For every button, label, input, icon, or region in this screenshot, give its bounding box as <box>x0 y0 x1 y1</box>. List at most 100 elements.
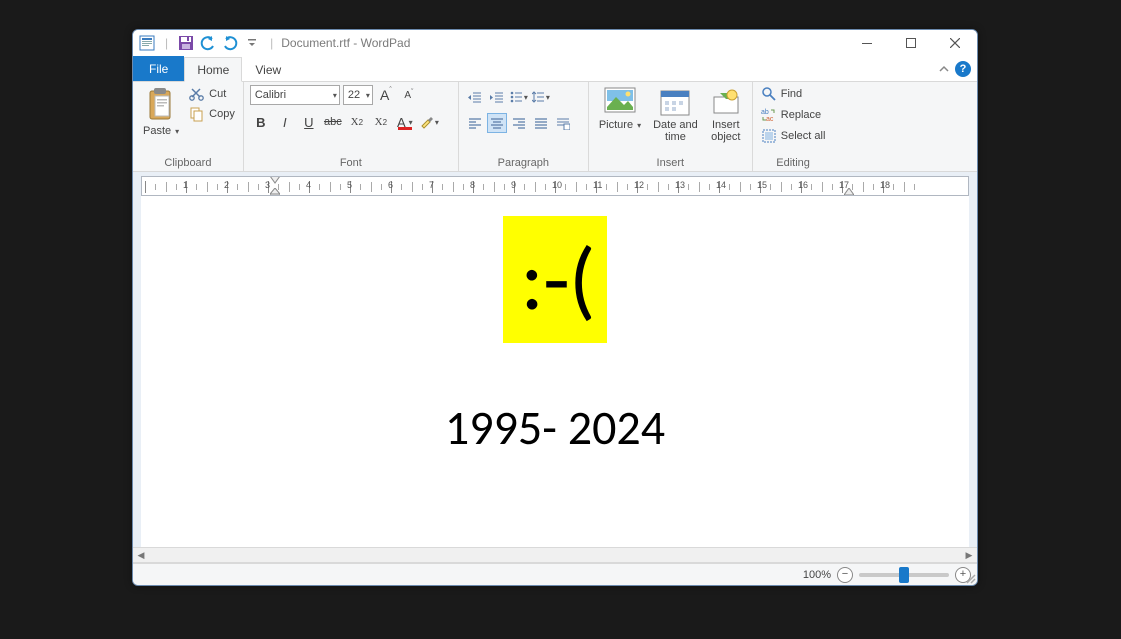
paste-button[interactable]: Paste▾ <box>139 85 183 139</box>
selectall-button[interactable]: Select all <box>759 127 828 145</box>
ribbon-tabs: File Home View ? <box>133 56 977 82</box>
bullet-list-button[interactable]: ▾ <box>509 87 529 107</box>
clipboard-group-label: Clipboard <box>139 156 237 169</box>
line-spacing-button[interactable]: ▾ <box>531 87 551 107</box>
font-name-value: Calibri <box>255 89 286 101</box>
zoom-slider-thumb[interactable] <box>899 567 909 583</box>
redo-icon[interactable] <box>222 35 238 51</box>
svg-text:ab: ab <box>761 109 769 116</box>
scroll-track[interactable] <box>149 548 961 562</box>
italic-button[interactable]: I <box>274 111 296 133</box>
justify-button[interactable] <box>531 113 551 133</box>
quick-access-toolbar: | | <box>133 35 277 51</box>
horizontal-scrollbar[interactable]: ◀ ▶ <box>133 547 977 563</box>
picture-label: Picture <box>599 119 633 131</box>
editing-group: Find abac Replace Select all Editing <box>753 82 834 171</box>
align-center-button[interactable] <box>487 113 507 133</box>
scroll-right-icon[interactable]: ▶ <box>961 548 977 562</box>
help-icon[interactable]: ? <box>955 61 971 77</box>
insert-group-label: Insert <box>595 156 746 169</box>
calendar-icon <box>659 87 691 117</box>
object-label: Insert object <box>711 119 740 143</box>
grow-font-button[interactable]: Aˆ <box>376 85 396 105</box>
undo-icon[interactable] <box>200 35 216 51</box>
insert-object-button[interactable]: Insert object <box>706 85 746 145</box>
chevron-down-icon: ▾ <box>435 118 439 127</box>
paragraph-dialog-button[interactable] <box>553 113 573 133</box>
datetime-button[interactable]: Date and time <box>649 85 702 145</box>
chevron-down-icon: ▾ <box>546 93 550 102</box>
font-color-button[interactable]: A▾ <box>394 111 416 133</box>
hanging-indent-marker[interactable] <box>270 188 280 196</box>
qat-customize-icon[interactable] <box>244 35 260 51</box>
minimize-button[interactable] <box>845 30 889 56</box>
editing-group-label: Editing <box>759 156 828 169</box>
titlebar: | | Document.rtf - WordPad <box>133 30 977 56</box>
insert-group: Picture ▾ Date and time Insert object Ins… <box>589 82 753 171</box>
chevron-down-icon: ▾ <box>637 121 641 130</box>
ruler[interactable]: 321123456789101112131415161718 <box>141 176 969 196</box>
close-button[interactable] <box>933 30 977 56</box>
replace-icon: abac <box>761 107 777 123</box>
collapse-ribbon-icon[interactable] <box>939 64 949 74</box>
highlighted-text-line-1[interactable]: :-( <box>503 216 606 343</box>
home-tab[interactable]: Home <box>184 57 242 82</box>
picture-button[interactable]: Picture ▾ <box>595 85 645 133</box>
ribbon: Paste▾ Cut Copy Clipboard <box>133 82 977 172</box>
save-icon[interactable] <box>178 35 194 51</box>
highlight-button[interactable]: ▾ <box>418 111 440 133</box>
zoom-value: 100% <box>803 569 831 581</box>
cut-label: Cut <box>209 88 226 100</box>
file-tab[interactable]: File <box>133 56 184 81</box>
cut-button[interactable]: Cut <box>187 85 237 103</box>
window-controls <box>845 30 977 56</box>
scroll-left-icon[interactable]: ◀ <box>133 548 149 562</box>
copy-icon <box>189 106 205 122</box>
align-right-button[interactable] <box>509 113 529 133</box>
maximize-button[interactable] <box>889 30 933 56</box>
zoom-slider[interactable] <box>859 573 949 577</box>
down-caret-icon: ˇ <box>411 89 413 96</box>
chevron-down-icon: ▾ <box>409 118 413 127</box>
separator: | <box>270 36 273 50</box>
superscript-button[interactable]: X2 <box>370 111 392 133</box>
select-all-icon <box>761 128 777 144</box>
find-icon <box>761 86 777 102</box>
clipboard-group: Paste▾ Cut Copy Clipboard <box>133 82 244 171</box>
font-name-select[interactable]: Calibri ▾ <box>250 85 340 105</box>
view-tab[interactable]: View <box>242 57 294 82</box>
chevron-down-icon: ▾ <box>333 91 337 100</box>
find-button[interactable]: Find <box>759 85 828 103</box>
align-left-button[interactable] <box>465 113 485 133</box>
wordpad-app-icon <box>139 35 155 51</box>
decrease-indent-button[interactable] <box>465 87 485 107</box>
strikethrough-button[interactable]: abc <box>322 111 344 133</box>
text-line-2[interactable]: 1995- 2024 <box>141 398 969 457</box>
zoom-out-button[interactable]: − <box>837 567 853 583</box>
up-caret-icon: ˆ <box>389 87 391 94</box>
underline-button[interactable]: U <box>298 111 320 133</box>
svg-text:ac: ac <box>766 116 774 123</box>
right-indent-marker[interactable] <box>844 188 854 196</box>
window-title: Document.rtf - WordPad <box>281 36 410 50</box>
shrink-font-button[interactable]: Aˇ <box>399 85 419 105</box>
copy-button[interactable]: Copy <box>187 105 237 123</box>
font-size-value: 22 <box>348 89 360 101</box>
paste-label: Paste <box>143 125 171 137</box>
bold-button[interactable]: B <box>250 111 272 133</box>
paragraph-group: ▾ ▾ Paragraph <box>459 82 589 171</box>
wordpad-window: | | Document.rtf - WordPad File Home Vie <box>132 29 978 586</box>
replace-button[interactable]: abac Replace <box>759 106 828 124</box>
view-tab-label: View <box>255 63 281 77</box>
datetime-label: Date and time <box>653 119 698 143</box>
font-size-select[interactable]: 22▾ <box>343 85 373 105</box>
paragraph-group-label: Paragraph <box>465 156 582 169</box>
document-area: :-( 1995- 2024 <box>133 196 977 547</box>
separator: | <box>165 36 168 50</box>
resize-grip-icon[interactable] <box>964 572 976 584</box>
increase-indent-button[interactable] <box>487 87 507 107</box>
selectall-label: Select all <box>781 130 826 142</box>
first-line-indent-marker[interactable] <box>270 176 280 186</box>
subscript-button[interactable]: X2 <box>346 111 368 133</box>
page[interactable]: :-( 1995- 2024 <box>141 196 969 547</box>
